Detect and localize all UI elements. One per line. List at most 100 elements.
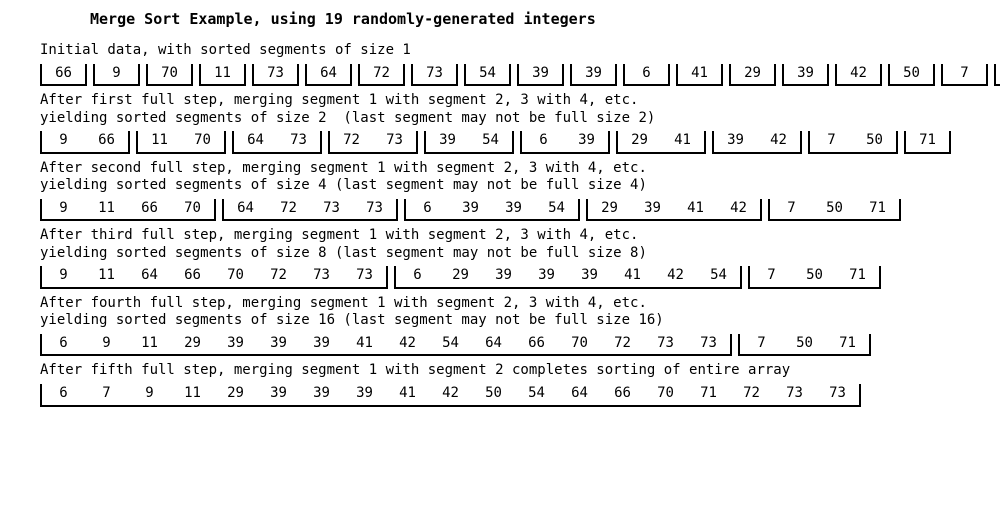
segment: 64727373: [222, 199, 398, 222]
segment: 73: [252, 64, 299, 87]
segment: 39: [517, 64, 564, 87]
value-cell: 42: [429, 384, 472, 404]
value-cell: 41: [386, 384, 429, 404]
segment: 11: [199, 64, 246, 87]
value-cell: 41: [661, 131, 704, 151]
value-cell: 64: [307, 64, 350, 84]
segment: 39: [570, 64, 617, 87]
value-cell: 64: [224, 199, 267, 219]
value-cell: 64: [558, 384, 601, 404]
value-cell: 71: [856, 199, 899, 219]
value-cell: 42: [654, 266, 697, 286]
segment: 71: [994, 64, 1000, 87]
value-cell: 11: [201, 64, 244, 84]
value-cell: 73: [353, 199, 396, 219]
value-cell: 42: [837, 64, 880, 84]
value-cell: 72: [330, 131, 373, 151]
value-cell: 41: [343, 334, 386, 354]
value-cell: 73: [816, 384, 859, 404]
segment: 29: [729, 64, 776, 87]
value-row: 96611706473727339546392941394275071: [40, 131, 960, 154]
step-caption: After fourth full step, merging segment …: [40, 295, 960, 330]
value-cell: 6: [42, 384, 85, 404]
value-cell: 72: [257, 266, 300, 286]
value-cell: 11: [85, 199, 128, 219]
value-cell: 54: [466, 64, 509, 84]
value-cell: 42: [386, 334, 429, 354]
value-cell: 71: [836, 266, 879, 286]
value-cell: 29: [439, 266, 482, 286]
segment: 9116670: [40, 199, 216, 222]
value-cell: 50: [472, 384, 515, 404]
value-cell: 11: [128, 334, 171, 354]
value-cell: 72: [730, 384, 773, 404]
value-cell: 41: [678, 64, 721, 84]
value-cell: 39: [572, 64, 615, 84]
value-cell: 66: [128, 199, 171, 219]
segment: 41: [676, 64, 723, 87]
value-cell: 29: [171, 334, 214, 354]
value-cell: 41: [674, 199, 717, 219]
value-cell: 54: [429, 334, 472, 354]
value-cell: 70: [214, 266, 257, 286]
value-cell: 9: [95, 64, 138, 84]
value-cell: 72: [360, 64, 403, 84]
segment: 1170: [136, 131, 226, 154]
value-cell: 73: [310, 199, 353, 219]
value-cell: 6: [406, 199, 449, 219]
value-cell: 39: [257, 334, 300, 354]
step-caption: After fifth full step, merging segment 1…: [40, 362, 960, 380]
step-caption: After second full step, merging segment …: [40, 160, 960, 195]
value-cell: 70: [558, 334, 601, 354]
segment: 50: [888, 64, 935, 87]
value-cell: 71: [996, 64, 1000, 84]
value-cell: 7: [943, 64, 986, 84]
value-cell: 39: [300, 384, 343, 404]
value-cell: 73: [687, 334, 730, 354]
value-cell: 39: [426, 131, 469, 151]
value-cell: 29: [214, 384, 257, 404]
step-caption: After first full step, merging segment 1…: [40, 92, 960, 127]
value-cell: 54: [697, 266, 740, 286]
value-cell: 9: [42, 199, 85, 219]
segment: 2941: [616, 131, 706, 154]
segment: 6473: [232, 131, 322, 154]
value-cell: 7: [750, 266, 793, 286]
value-cell: 39: [300, 334, 343, 354]
step-caption: Initial data, with sorted segments of si…: [40, 42, 960, 60]
value-cell: 73: [254, 64, 297, 84]
value-row: 91166706472737363939542939414275071: [40, 199, 960, 222]
value-cell: 11: [171, 384, 214, 404]
segment: 966: [40, 131, 130, 154]
value-cell: 73: [300, 266, 343, 286]
value-cell: 66: [85, 131, 128, 151]
segment: 691129393939414254646670727373: [40, 334, 732, 357]
value-cell: 64: [472, 334, 515, 354]
segment: 7: [941, 64, 988, 87]
value-cell: 54: [535, 199, 578, 219]
value-cell: 73: [343, 266, 386, 286]
value-cell: 42: [757, 131, 800, 151]
value-cell: 72: [267, 199, 310, 219]
value-cell: 73: [373, 131, 416, 151]
segment: 72: [358, 64, 405, 87]
value-cell: 39: [214, 334, 257, 354]
segment: 39: [782, 64, 829, 87]
value-cell: 39: [519, 64, 562, 84]
value-cell: 54: [469, 131, 512, 151]
segment: 7273: [328, 131, 418, 154]
value-cell: 6: [522, 131, 565, 151]
value-cell: 70: [644, 384, 687, 404]
segment: 6393954: [404, 199, 580, 222]
value-cell: 66: [601, 384, 644, 404]
segment: 66: [40, 64, 87, 87]
value-cell: 39: [492, 199, 535, 219]
value-cell: 29: [731, 64, 774, 84]
value-cell: 39: [525, 266, 568, 286]
value-cell: 71: [906, 131, 949, 151]
value-cell: 39: [343, 384, 386, 404]
value-cell: 9: [85, 334, 128, 354]
value-cell: 50: [793, 266, 836, 286]
value-cell: 50: [783, 334, 826, 354]
value-cell: 71: [687, 384, 730, 404]
